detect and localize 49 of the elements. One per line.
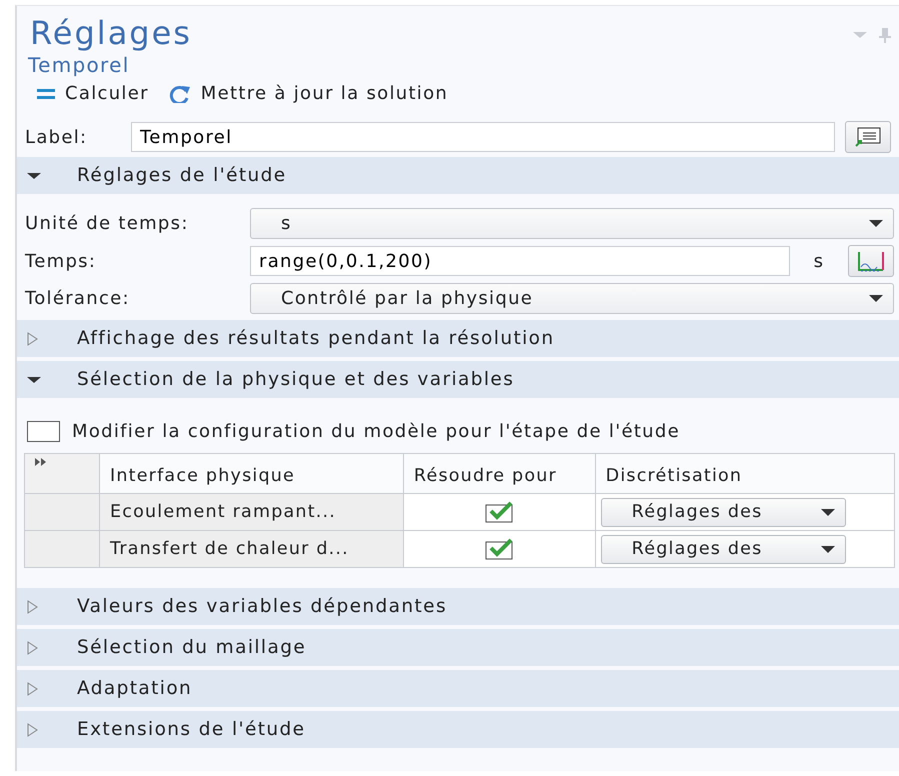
section-header[interactable]: Valeurs des variables dépendantes (17, 588, 899, 625)
section-header[interactable]: Réglages de l'étude (17, 157, 899, 194)
expanded-arrow-icon (27, 172, 41, 178)
table-cell: Transfert de chaleur d... (100, 530, 404, 568)
section-header[interactable]: Sélection de la physique et des variables (17, 361, 899, 398)
field-label: Unité de temps: (25, 212, 190, 236)
panel-subtitle: Temporel (28, 52, 131, 78)
compute-button[interactable]: Calculer (37, 80, 149, 107)
panel-title: Réglages (30, 16, 192, 52)
dropdown[interactable]: Réglages des (600, 534, 846, 564)
collapsed-arrow-icon (27, 682, 38, 696)
form-icon (855, 127, 881, 147)
checked-checkbox[interactable] (485, 538, 514, 560)
field-label: Label: (25, 126, 88, 150)
caret-icon (869, 295, 883, 302)
caret-icon (820, 546, 835, 552)
checkbox-label: Modifier la configuration du modèle pour l'étape de l'étude (72, 420, 680, 444)
section-header[interactable]: Affichage des résultats pendant la résolution (17, 320, 899, 357)
label-button[interactable] (845, 121, 891, 153)
update-button[interactable]: Mettre à jour la solution (168, 80, 448, 107)
column-header: Interface physique (100, 454, 404, 494)
collapsed-arrow-icon (27, 332, 38, 346)
column-header: Résoudre pour (403, 454, 596, 494)
section-header[interactable]: Adaptation (17, 670, 899, 707)
expand-columns-icon[interactable] (35, 458, 46, 466)
collapsed-arrow-icon (27, 640, 38, 654)
field-label: Tolérance: (25, 287, 131, 311)
equals-icon (37, 88, 55, 100)
checked-checkbox[interactable] (485, 501, 514, 523)
expanded-arrow-icon (27, 376, 41, 382)
field-label: Temps: (25, 250, 98, 274)
caret-icon (869, 220, 883, 227)
column-header: Discrétisation (595, 454, 894, 494)
dropdown[interactable]: Réglages des (600, 498, 846, 526)
range-button[interactable] (848, 245, 894, 277)
input-field[interactable]: range(0,0.1,200) (250, 246, 790, 276)
checkbox[interactable] (27, 421, 60, 442)
collapsed-arrow-icon (27, 600, 38, 614)
table-cell: Ecoulement rampant... (100, 494, 404, 530)
collapsed-arrow-icon (27, 722, 38, 736)
refresh-icon (168, 84, 191, 102)
section-header[interactable]: Sélection du maillage (17, 629, 899, 666)
section-header[interactable]: Extensions de l'étude (17, 711, 899, 748)
unit-label: s (812, 250, 826, 274)
dropdown[interactable]: s (250, 208, 894, 239)
range-icon (857, 250, 885, 272)
caret-icon (820, 508, 835, 516)
label-field[interactable]: Temporel (131, 122, 835, 152)
dropdown[interactable]: Contrôlé par la physique (250, 283, 894, 314)
